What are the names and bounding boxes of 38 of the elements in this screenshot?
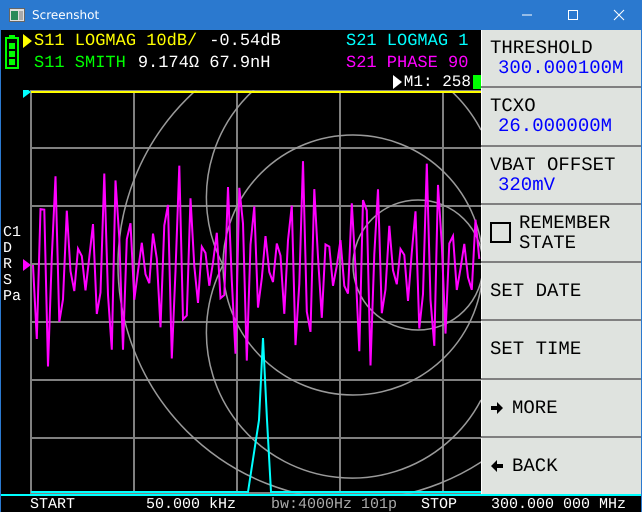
menu-button[interactable]: TCXO 26.000000M bbox=[481, 88, 641, 144]
trace-reading: 9.174Ω 67.9nH bbox=[138, 54, 270, 72]
window-title: Screenshot bbox=[32, 8, 100, 22]
menu-button[interactable]: REMEMBER STATE bbox=[481, 204, 641, 261]
arrow-left-icon bbox=[490, 458, 504, 473]
side-label: C1 bbox=[2, 225, 21, 241]
side-label: Pa bbox=[2, 289, 21, 305]
stop-label: STOP bbox=[421, 496, 458, 512]
arrow-right-icon bbox=[490, 400, 504, 415]
close-button[interactable] bbox=[613, 9, 625, 21]
menu-button[interactable]: MORE bbox=[481, 380, 641, 436]
battery-icon bbox=[5, 35, 19, 69]
checkbox[interactable] bbox=[490, 222, 511, 244]
trace-label[interactable]: S11 SMITH bbox=[34, 54, 126, 72]
marker-badge bbox=[473, 75, 481, 89]
marker-icon bbox=[392, 75, 402, 89]
menu-button[interactable]: BACK bbox=[481, 438, 641, 494]
menu-button[interactable]: SET DATE bbox=[481, 263, 641, 320]
menu-button[interactable]: VBAT OFFSET 320mV bbox=[481, 146, 641, 203]
menu-button[interactable]: THRESHOLD 300.000100M bbox=[481, 30, 641, 86]
app-icon bbox=[9, 8, 25, 22]
maximize-button[interactable] bbox=[567, 9, 579, 21]
active-trace-icon bbox=[23, 34, 32, 48]
menu-button[interactable]: SET TIME bbox=[481, 321, 641, 378]
trace-label[interactable]: S21 PHASE 90 bbox=[346, 54, 468, 72]
start-frequency: 50.000 kHz bbox=[146, 496, 238, 512]
side-label: D bbox=[2, 241, 13, 257]
trace-reading: -0.54dB bbox=[209, 32, 281, 50]
trace-label[interactable]: S21 LOGMAG 1 bbox=[346, 32, 468, 50]
trace-label[interactable]: S11 LOGMAG 10dB/ bbox=[34, 32, 198, 50]
start-label: START bbox=[30, 496, 76, 512]
stop-frequency: 300.000 000 MHz bbox=[491, 496, 626, 512]
reference-marker-icon bbox=[23, 259, 31, 271]
side-label: R bbox=[2, 257, 13, 273]
bandwidth-label: bw:4000Hz 101p bbox=[271, 496, 398, 512]
side-label: S bbox=[2, 273, 13, 289]
marker-label: M1: 258 bbox=[404, 74, 471, 90]
reference-marker-icon bbox=[23, 90, 31, 98]
